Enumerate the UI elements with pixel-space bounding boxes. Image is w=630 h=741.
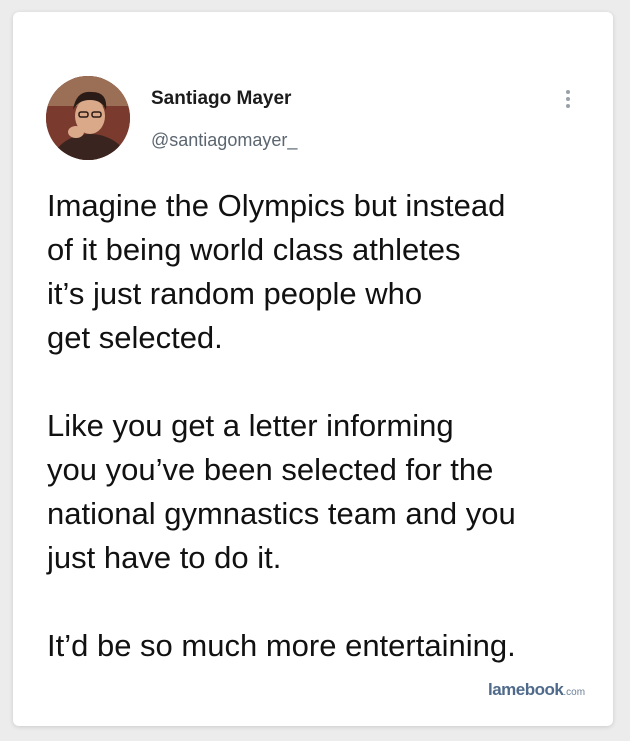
tweet-line: of it being world class athletes: [47, 232, 461, 267]
tweet-paragraph: Like you get a letter informing you you’…: [47, 404, 607, 580]
author-avatar[interactable]: [46, 76, 130, 160]
lamebook-watermark: lamebook.com: [488, 680, 585, 700]
tweet-paragraph: It’d be so much more entertaining.: [47, 624, 607, 668]
tweet-line: Imagine the Olympics but instead: [47, 188, 506, 223]
tweet-paragraph: Imagine the Olympics but instead of it b…: [47, 184, 607, 360]
menu-dot: [566, 104, 570, 108]
more-options-icon[interactable]: [559, 88, 577, 114]
watermark-main: lamebook: [488, 680, 564, 699]
author-handle[interactable]: @santiagomayer_: [151, 130, 297, 151]
tweet-line: It’d be so much more entertaining.: [47, 628, 516, 663]
avatar-photo-icon: [46, 76, 130, 160]
tweet-line: get selected.: [47, 320, 223, 355]
menu-dot: [566, 90, 570, 94]
tweet-line: Like you get a letter informing: [47, 408, 454, 443]
tweet-line: you you’ve been selected for the: [47, 452, 494, 487]
watermark-tld: .com: [563, 687, 586, 698]
author-name[interactable]: Santiago Mayer: [151, 88, 291, 110]
tweet-body: Imagine the Olympics but instead of it b…: [47, 184, 607, 668]
tweet-line: national gymnastics team and you: [47, 496, 516, 531]
tweet-line: just have to do it.: [47, 540, 282, 575]
tweet-card: Santiago Mayer @santiagomayer_ Imagine t…: [13, 12, 613, 726]
tweet-line: it’s just random people who: [47, 276, 423, 311]
menu-dot: [566, 97, 570, 101]
